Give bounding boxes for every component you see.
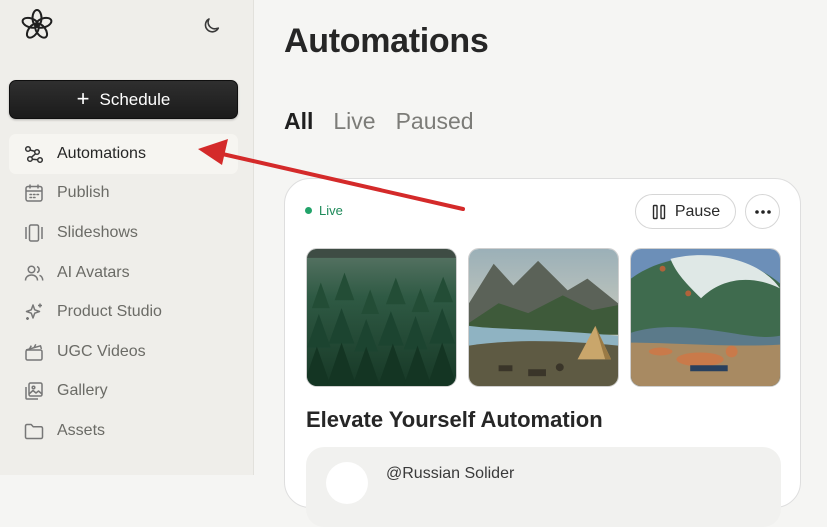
sidebar: + Schedule Automations Publish Slideshow… bbox=[0, 0, 254, 475]
status-tabs: All Live Paused bbox=[284, 108, 474, 135]
sidebar-item-label: Slideshows bbox=[57, 223, 138, 241]
sidebar-item-label: UGC Videos bbox=[57, 342, 146, 360]
sidebar-item-ai-avatars[interactable]: AI Avatars bbox=[9, 253, 238, 293]
forest-image[interactable] bbox=[306, 248, 457, 387]
more-horizontal-icon bbox=[754, 209, 771, 214]
sidebar-item-label: Automations bbox=[57, 144, 146, 162]
surfing-wave-image[interactable] bbox=[630, 248, 781, 387]
account-name: @Russian Solider bbox=[386, 465, 515, 482]
more-options-button[interactable] bbox=[745, 194, 780, 229]
automation-title: Elevate Yourself Automation bbox=[306, 407, 603, 432]
sparkles-icon bbox=[25, 303, 42, 321]
tab-all[interactable]: All bbox=[284, 108, 313, 135]
workflow-icon bbox=[24, 145, 44, 163]
sidebar-item-ugc-videos[interactable]: UGC Videos bbox=[9, 332, 238, 372]
annotation-arrow-icon bbox=[198, 139, 465, 211]
account-row[interactable]: @Russian Solider bbox=[306, 447, 781, 527]
pause-button[interactable]: Pause bbox=[635, 194, 736, 229]
sidebar-item-product-studio[interactable]: Product Studio bbox=[9, 292, 238, 332]
sidebar-item-label: Gallery bbox=[57, 382, 108, 400]
sidebar-item-label: Publish bbox=[57, 184, 110, 202]
sidebar-item-label: AI Avatars bbox=[57, 263, 130, 281]
plus-icon: + bbox=[76, 85, 90, 111]
clapperboard-icon bbox=[25, 343, 43, 361]
mountain-river-camp-image[interactable] bbox=[468, 248, 619, 387]
dark-mode-moon-icon[interactable] bbox=[202, 15, 222, 35]
users-icon bbox=[24, 265, 44, 281]
folder-icon bbox=[24, 423, 44, 440]
app-logo-icon[interactable] bbox=[20, 8, 54, 42]
pause-icon bbox=[652, 204, 666, 219]
gallery-icon bbox=[25, 382, 43, 401]
page-title: Automations bbox=[284, 22, 489, 60]
avatar bbox=[326, 462, 368, 504]
schedule-button-label: Schedule bbox=[99, 89, 171, 109]
tab-live[interactable]: Live bbox=[333, 108, 375, 135]
pause-button-label: Pause bbox=[674, 202, 721, 220]
thumbnail-strip bbox=[306, 248, 781, 387]
sidebar-item-label: Product Studio bbox=[57, 303, 162, 321]
sidebar-item-assets[interactable]: Assets bbox=[9, 411, 238, 451]
sidebar-item-gallery[interactable]: Gallery bbox=[9, 372, 238, 412]
schedule-button[interactable]: + Schedule bbox=[9, 80, 238, 119]
tab-paused[interactable]: Paused bbox=[396, 108, 474, 135]
calendar-icon bbox=[25, 184, 43, 203]
automation-card[interactable]: Live Pause Elevate Yourself Automation @… bbox=[284, 178, 801, 527]
sidebar-item-label: Assets bbox=[57, 421, 106, 439]
slideshow-icon bbox=[25, 224, 43, 242]
